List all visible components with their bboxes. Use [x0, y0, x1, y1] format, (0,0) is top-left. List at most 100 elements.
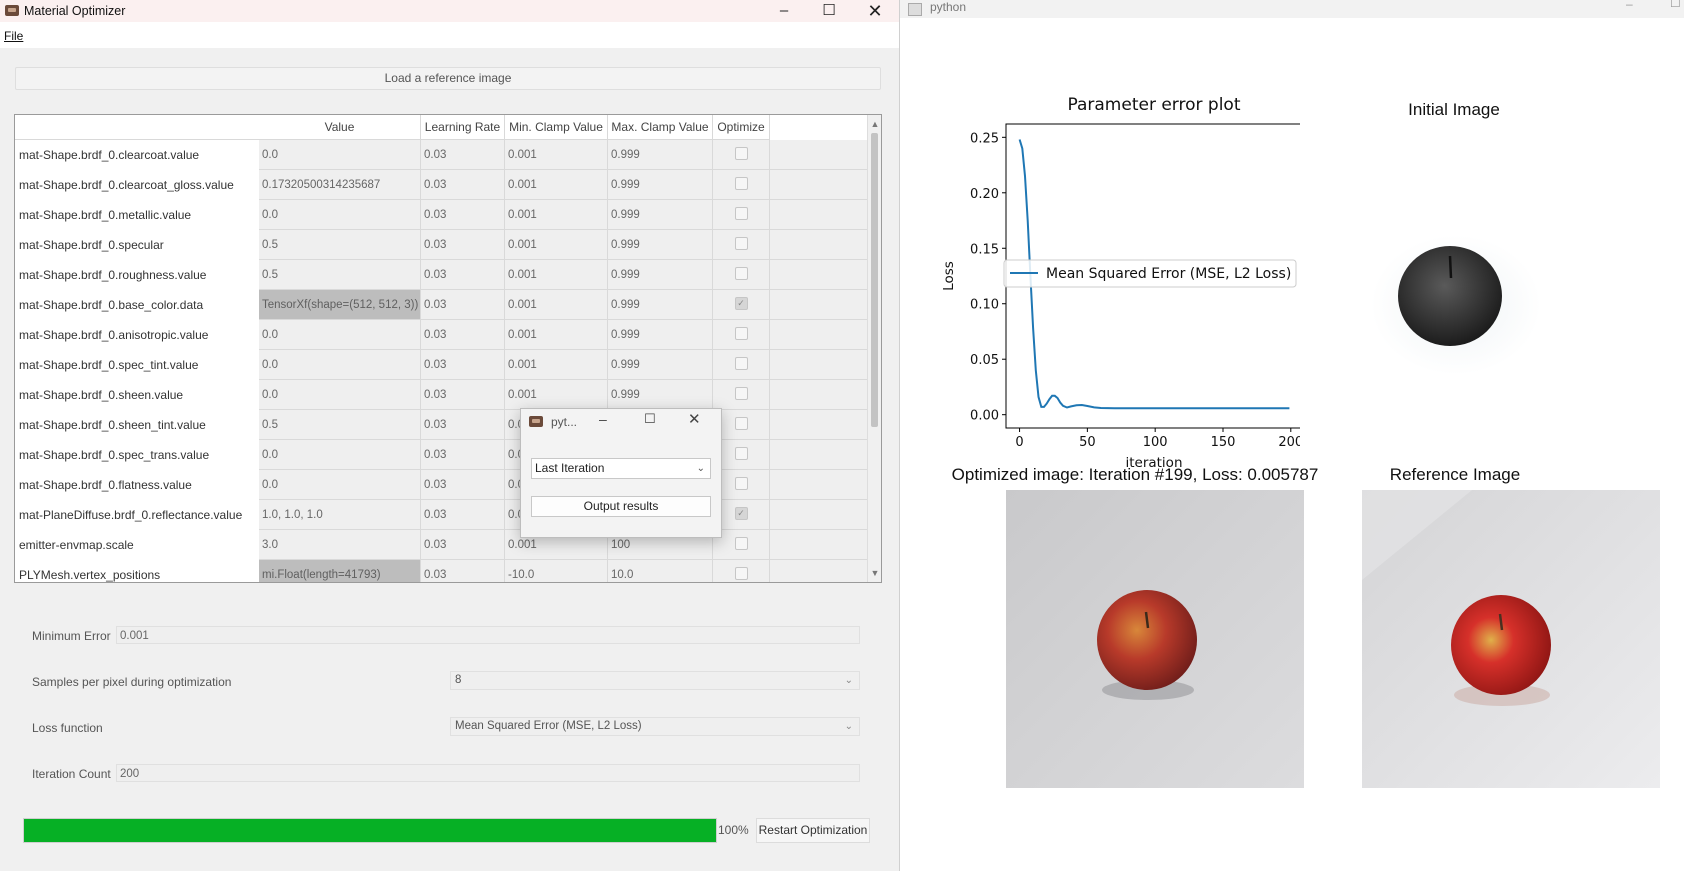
- max-clamp-cell[interactable]: 0.999: [608, 260, 713, 290]
- optimize-checkbox[interactable]: [734, 177, 748, 191]
- learning-rate-cell[interactable]: 0.03: [421, 170, 505, 200]
- value-cell[interactable]: TensorXf(shape=(512, 512, 3)): [259, 290, 421, 320]
- loss-value: Mean Squared Error (MSE, L2 Loss): [455, 720, 642, 732]
- value-cell[interactable]: 0.5: [259, 410, 421, 440]
- min-clamp-cell[interactable]: 0.001: [505, 260, 608, 290]
- min-clamp-cell[interactable]: 0.001: [505, 170, 608, 200]
- min-clamp-cell[interactable]: -10.0: [505, 560, 608, 582]
- optimize-checkbox[interactable]: [734, 327, 748, 341]
- max-clamp-cell[interactable]: 0.999: [608, 320, 713, 350]
- y-tick-label: 0.05: [970, 353, 999, 368]
- learning-rate-cell[interactable]: 0.03: [421, 410, 505, 440]
- optimize-checkbox[interactable]: [734, 537, 748, 551]
- min-error-field[interactable]: 0.001: [116, 626, 860, 644]
- max-clamp-cell[interactable]: 0.999: [608, 140, 713, 170]
- value-cell[interactable]: 0.5: [259, 230, 421, 260]
- minimize-button[interactable]: –: [1626, 0, 1633, 11]
- maximize-button[interactable]: ☐: [807, 0, 851, 22]
- maximize-button[interactable]: ☐: [1670, 0, 1681, 10]
- iteration-count-field[interactable]: 200: [116, 764, 860, 782]
- table-scrollbar[interactable]: ▲ ▼: [867, 115, 881, 582]
- parameter-name: mat-Shape.brdf_0.sheen_tint.value: [15, 410, 259, 440]
- parameter-table: Value Learning Rate Min. Clamp Value Max…: [14, 114, 882, 583]
- value-cell[interactable]: 0.0: [259, 470, 421, 500]
- learning-rate-cell[interactable]: 0.03: [421, 530, 505, 560]
- table-header-max-clamp: Max. Clamp Value: [608, 115, 713, 140]
- spp-select[interactable]: 8 ⌄: [450, 671, 860, 690]
- value-cell[interactable]: 0.5: [259, 260, 421, 290]
- optimize-checkbox[interactable]: [734, 207, 748, 221]
- max-clamp-cell[interactable]: 0.999: [608, 230, 713, 260]
- max-clamp-cell[interactable]: 10.0: [608, 560, 713, 582]
- optimize-checkbox[interactable]: [734, 357, 748, 371]
- title-bar: Material Optimizer – ☐ ✕: [0, 0, 899, 22]
- optimize-checkbox[interactable]: [734, 147, 748, 161]
- close-button[interactable]: ✕: [688, 410, 701, 428]
- load-reference-image-button[interactable]: Load a reference image: [15, 67, 881, 90]
- learning-rate-cell[interactable]: 0.03: [421, 260, 505, 290]
- value-cell[interactable]: 0.0: [259, 440, 421, 470]
- min-clamp-cell[interactable]: 0.001: [505, 320, 608, 350]
- scroll-up-icon[interactable]: ▲: [868, 117, 881, 131]
- restart-optimization-button[interactable]: Restart Optimization: [756, 818, 870, 843]
- menu-file[interactable]: File: [4, 29, 23, 43]
- max-clamp-cell[interactable]: 0.999: [608, 200, 713, 230]
- value-cell[interactable]: 0.0: [259, 200, 421, 230]
- min-clamp-cell[interactable]: 0.001: [505, 380, 608, 410]
- learning-rate-cell[interactable]: 0.03: [421, 200, 505, 230]
- scroll-down-icon[interactable]: ▼: [868, 566, 881, 580]
- min-clamp-cell[interactable]: 0.001: [505, 230, 608, 260]
- min-clamp-cell[interactable]: 0.001: [505, 200, 608, 230]
- scroll-thumb[interactable]: [871, 133, 878, 427]
- empty-cell: [770, 500, 867, 530]
- max-clamp-cell[interactable]: 0.999: [608, 380, 713, 410]
- value-cell[interactable]: mi.Float(length=41793): [259, 560, 421, 582]
- optimize-checkbox[interactable]: [734, 387, 748, 401]
- optimize-checkbox[interactable]: ✓: [734, 507, 748, 521]
- optimize-checkbox[interactable]: [734, 477, 748, 491]
- optimize-checkbox[interactable]: [734, 237, 748, 251]
- value-cell[interactable]: 0.0: [259, 380, 421, 410]
- learning-rate-cell[interactable]: 0.03: [421, 500, 505, 530]
- value-cell[interactable]: 0.0: [259, 320, 421, 350]
- value-cell[interactable]: 1.0, 1.0, 1.0: [259, 500, 421, 530]
- min-clamp-cell[interactable]: 0.001: [505, 140, 608, 170]
- min-clamp-cell[interactable]: 0.001: [505, 290, 608, 320]
- value-cell[interactable]: 3.0: [259, 530, 421, 560]
- max-clamp-cell[interactable]: 0.999: [608, 170, 713, 200]
- learning-rate-cell[interactable]: 0.03: [421, 470, 505, 500]
- optimize-cell: [713, 170, 770, 200]
- learning-rate-cell[interactable]: 0.03: [421, 290, 505, 320]
- output-results-button[interactable]: Output results: [531, 496, 711, 517]
- learning-rate-cell[interactable]: 0.03: [421, 380, 505, 410]
- learning-rate-cell[interactable]: 0.03: [421, 560, 505, 582]
- minimize-button[interactable]: –: [762, 0, 806, 22]
- optimize-checkbox[interactable]: [734, 417, 748, 431]
- close-button[interactable]: ✕: [853, 0, 897, 22]
- output-dialog: pyt... – ☐ ✕ Last Iteration ⌄ Output res…: [520, 408, 722, 538]
- loss-function-select[interactable]: Mean Squared Error (MSE, L2 Loss) ⌄: [450, 717, 860, 736]
- max-clamp-cell[interactable]: 0.999: [608, 350, 713, 380]
- empty-cell: [770, 410, 867, 440]
- minimize-button[interactable]: –: [599, 411, 607, 427]
- table-row: mat-Shape.brdf_0.base_color.data TensorXf…: [15, 290, 867, 320]
- optimize-checkbox[interactable]: ✓: [734, 297, 748, 311]
- iteration-select[interactable]: Last Iteration ⌄: [531, 458, 711, 479]
- optimize-checkbox[interactable]: [734, 267, 748, 281]
- initial-image-title: Initial Image: [1408, 100, 1500, 119]
- min-clamp-cell[interactable]: 0.001: [505, 350, 608, 380]
- learning-rate-cell[interactable]: 0.03: [421, 440, 505, 470]
- value-cell[interactable]: 0.0: [259, 350, 421, 380]
- learning-rate-cell[interactable]: 0.03: [421, 320, 505, 350]
- optimize-checkbox[interactable]: [734, 567, 748, 581]
- value-cell[interactable]: 0.0: [259, 140, 421, 170]
- maximize-button[interactable]: ☐: [644, 411, 656, 427]
- value-cell[interactable]: 0.17320500314235687: [259, 170, 421, 200]
- learning-rate-cell[interactable]: 0.03: [421, 350, 505, 380]
- learning-rate-cell[interactable]: 0.03: [421, 140, 505, 170]
- learning-rate-cell[interactable]: 0.03: [421, 230, 505, 260]
- optimize-cell: [713, 350, 770, 380]
- table-row: mat-Shape.brdf_0.clearcoat.value 0.0 0.03 0…: [15, 140, 867, 170]
- optimize-checkbox[interactable]: [734, 447, 748, 461]
- max-clamp-cell[interactable]: 0.999: [608, 290, 713, 320]
